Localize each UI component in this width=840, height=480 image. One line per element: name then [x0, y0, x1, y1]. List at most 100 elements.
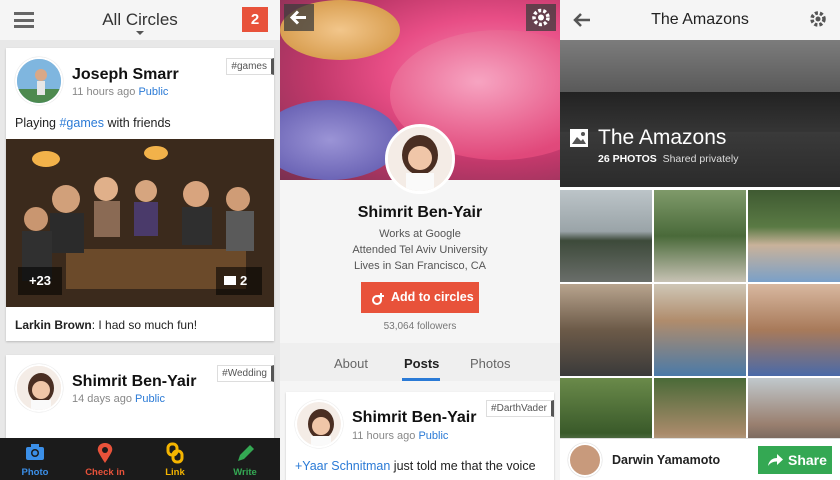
profile-name: Shimrit Ben-Yair: [357, 204, 483, 221]
album-owner-bar: Darwin Yamamoto Share: [560, 438, 840, 480]
checkin-action-label: Check in: [85, 467, 125, 478]
post-photo[interactable]: +23 2: [6, 139, 274, 307]
post-card[interactable]: Shimrit Ben-Yair 11 hours ago Public #Da…: [286, 392, 554, 480]
post-author[interactable]: Shimrit Ben-Yair: [72, 373, 196, 391]
share-label: Share: [788, 452, 827, 468]
post-tag[interactable]: #DarthVader: [486, 400, 554, 417]
post-meta: 11 hours ago Public: [352, 430, 448, 442]
post-time: 11 hours ago: [72, 86, 136, 98]
album-panel: The Amazons The Amazons 26 PHOTOS Shared…: [560, 0, 840, 480]
post-text-after: with friends: [107, 116, 171, 130]
album-title: The Amazons: [651, 11, 749, 28]
bottom-action-bar: Photo Check in Link Write: [0, 438, 280, 480]
share-arrow-icon: [768, 454, 783, 466]
photo-action-button[interactable]: Photo: [0, 438, 70, 480]
album-hero-title: The Amazons: [598, 126, 727, 149]
avatar-image: [388, 127, 452, 191]
post-text: +Yaar Schnitman just told me that the vo…: [295, 459, 536, 473]
avatar-image: [17, 59, 61, 103]
circles-icon: [372, 293, 384, 305]
avatar-image: [297, 402, 341, 446]
profile-avatar[interactable]: [385, 124, 455, 194]
write-action-label: Write: [233, 467, 257, 478]
tab-photos[interactable]: Photos: [470, 356, 510, 371]
comment-count[interactable]: 2: [216, 267, 262, 295]
tab-posts[interactable]: Posts: [404, 356, 439, 371]
photo-thumbnail[interactable]: [560, 284, 652, 376]
notification-badge[interactable]: 2: [242, 7, 268, 32]
write-action-button[interactable]: Write: [210, 438, 280, 480]
pencil-icon: [238, 445, 254, 461]
photo-grid: [560, 190, 840, 470]
avatar[interactable]: [15, 364, 63, 412]
settings-button[interactable]: [526, 4, 556, 31]
profile-work: Works at Google: [379, 228, 461, 240]
checkin-action-button[interactable]: Check in: [70, 438, 140, 480]
profile-location: Lives in San Francisco, CA: [353, 260, 487, 272]
post-meta: 11 hours ago Public: [72, 86, 168, 98]
photo-action-label: Photo: [21, 467, 49, 478]
photo-thumbnail[interactable]: [654, 284, 746, 376]
album-cover[interactable]: The Amazons 26 PHOTOS Shared privately: [560, 40, 840, 187]
photo-thumbnail[interactable]: [748, 190, 840, 282]
chevron-down-icon: [136, 31, 144, 35]
back-button[interactable]: [284, 4, 314, 31]
photo-album-icon: [570, 129, 588, 147]
link-icon: [166, 442, 184, 464]
add-to-circles-button[interactable]: Add to circles: [361, 282, 479, 313]
extra-photos-count[interactable]: +23: [18, 267, 62, 295]
post-card[interactable]: Shimrit Ben-Yair 14 days ago Public #Wed…: [6, 355, 274, 438]
post-body: just told me that the voice: [393, 459, 536, 473]
add-to-circles-label: Add to circles: [391, 290, 474, 304]
link-action-label: Link: [165, 467, 185, 478]
comment-preview[interactable]: Larkin Brown: I had so much fun!: [15, 318, 197, 332]
post-visibility[interactable]: Public: [135, 393, 165, 405]
gear-icon: [532, 8, 550, 27]
feed-panel: All Circles 2 Joseph Smarr 11 hours ago …: [0, 0, 280, 480]
tab-about[interactable]: About: [334, 356, 368, 371]
post-text-before: Playing: [15, 116, 56, 130]
comment-count-value: 2: [240, 273, 248, 288]
post-meta: 14 days ago Public: [72, 393, 165, 405]
comment-text: : I had so much fun!: [91, 318, 198, 332]
post-hashtag[interactable]: #games: [59, 116, 103, 130]
camera-icon: [26, 444, 44, 460]
album-owner-name[interactable]: Darwin Yamamoto: [612, 453, 720, 467]
avatar[interactable]: [568, 443, 602, 477]
share-button[interactable]: Share: [758, 446, 832, 474]
post-visibility[interactable]: Public: [418, 430, 448, 442]
feed-top-bar: All Circles 2: [0, 0, 280, 40]
circle-selector[interactable]: All Circles: [0, 10, 280, 30]
photo-count: 26 PHOTOS: [598, 153, 657, 165]
post-author[interactable]: Shimrit Ben-Yair: [352, 409, 476, 427]
album-info: 26 PHOTOS Shared privately: [598, 153, 738, 165]
photo-thumbnail[interactable]: [560, 190, 652, 282]
avatar[interactable]: [15, 57, 63, 105]
macaron-shape: [280, 100, 400, 180]
post-card[interactable]: Joseph Smarr 11 hours ago Public #games …: [6, 48, 274, 341]
location-pin-icon: [97, 443, 113, 463]
post-mention[interactable]: +Yaar Schnitman: [295, 459, 390, 473]
post-tag[interactable]: #Wedding: [217, 365, 274, 382]
comment-icon: [224, 276, 236, 285]
post-time: 14 days ago: [72, 393, 132, 405]
post-author[interactable]: Joseph Smarr: [72, 66, 179, 84]
active-tab-indicator: [402, 378, 440, 381]
post-text: Playing #games with friends: [15, 116, 171, 130]
photo-thumbnail[interactable]: [748, 284, 840, 376]
gear-icon[interactable]: [808, 9, 828, 29]
album-top-bar: The Amazons: [560, 0, 840, 40]
photo-thumbnail[interactable]: [654, 190, 746, 282]
sharing-status: Shared privately: [662, 153, 739, 165]
profile-education: Attended Tel Aviv University: [352, 244, 488, 256]
comment-author[interactable]: Larkin Brown: [15, 318, 92, 332]
followers-count: 53,064 followers: [383, 321, 457, 332]
avatar-image: [17, 366, 61, 410]
post-time: 11 hours ago: [352, 430, 416, 442]
link-action-button[interactable]: Link: [140, 438, 210, 480]
profile-panel: Shimrit Ben-Yair Works at Google Attende…: [280, 0, 560, 480]
post-tag[interactable]: #games: [226, 58, 274, 75]
post-visibility[interactable]: Public: [138, 86, 168, 98]
avatar[interactable]: [295, 400, 343, 448]
profile-tabs: About Posts Photos: [280, 343, 560, 381]
